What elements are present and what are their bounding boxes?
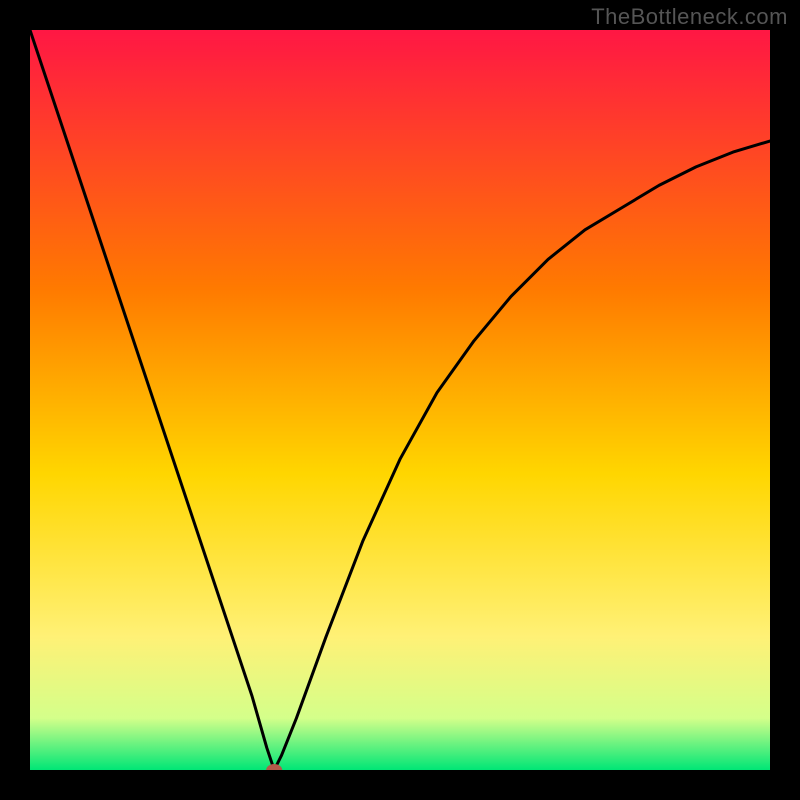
gradient-background: [30, 30, 770, 770]
chart-svg: [30, 30, 770, 770]
watermark-text: TheBottleneck.com: [591, 4, 788, 30]
plot-area: [30, 30, 770, 770]
chart-frame: TheBottleneck.com: [0, 0, 800, 800]
